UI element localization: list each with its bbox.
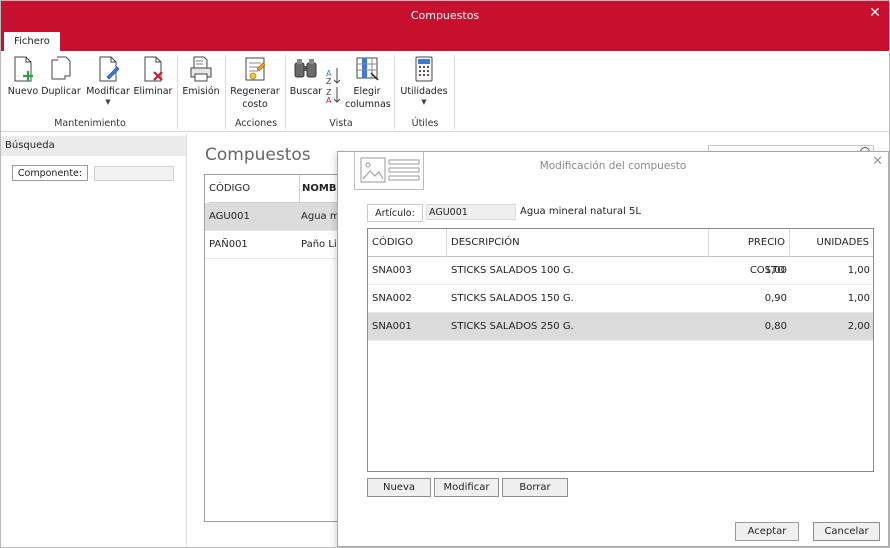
column-header-precio-costo[interactable]: PRECIO COSTO (709, 229, 790, 276)
compuestos-table: CÓDIGO NOMBRE AGU001 Agua m PAÑ001 Paño … (204, 174, 354, 522)
buscar-button[interactable]: Buscar (289, 55, 323, 98)
columns-icon (356, 57, 379, 81)
emision-button[interactable]: Emisión (181, 55, 221, 98)
borrar-button[interactable]: Borrar (502, 478, 568, 497)
close-icon[interactable]: ✕ (867, 5, 883, 21)
search-panel: Búsqueda (1, 134, 187, 547)
cell-precio: 1,00 (764, 265, 787, 276)
group-label-utiles: Útiles (411, 118, 439, 129)
group-separator (454, 55, 455, 129)
componente-button[interactable]: Componente: (12, 165, 88, 181)
cell-descripcion: STICKS SALADOS 100 G. (451, 265, 574, 276)
regenerar-costo-button[interactable]: Regenerar costo (229, 55, 281, 111)
group-separator (394, 55, 395, 129)
nueva-button[interactable]: Nueva (367, 478, 431, 497)
regenerar-label-2: costo (242, 99, 268, 110)
duplicar-button[interactable]: Duplicar (41, 55, 81, 98)
column-header-codigo[interactable]: CÓDIGO (368, 229, 447, 257)
table-row[interactable]: PAÑ001 Paño Li (205, 231, 353, 259)
cell-nombre: Agua m (301, 211, 340, 222)
cell-unidades: 2,00 (847, 321, 870, 332)
group-label-acciones: Acciones (234, 118, 278, 129)
svg-text:Z: Z (326, 77, 332, 86)
eliminar-button[interactable]: Eliminar (133, 55, 173, 98)
utilidades-label: Utilidades (400, 86, 448, 97)
articulo-button[interactable]: Artículo: (367, 204, 423, 222)
modificacion-dialog: Modificación del compuesto ✕ Artículo: A… (337, 151, 889, 547)
chevron-down-icon: ▼ (421, 98, 427, 106)
group-separator (177, 55, 178, 129)
elegir-label-1: Elegir (353, 86, 381, 97)
cell-unidades: 1,00 (847, 293, 870, 304)
aceptar-button[interactable]: Aceptar (735, 522, 799, 541)
grid-row[interactable]: SNA001 STICKS SALADOS 250 G. 0,80 2,00 (368, 313, 873, 341)
delete-document-icon (144, 56, 163, 82)
nuevo-button[interactable]: Nuevo (7, 55, 39, 98)
components-grid: CÓDIGO DESCRIPCIÓN PRECIO COSTO UNIDADES… (367, 228, 874, 472)
articulo-code-field[interactable]: AGU001 (426, 204, 516, 220)
elegir-columnas-button[interactable]: Elegir columnas (345, 55, 391, 111)
articulo-description: Agua mineral natural 5L (520, 206, 641, 217)
grid-row[interactable]: SNA002 STICKS SALADOS 150 G. 0,90 1,00 (368, 285, 873, 313)
cell-unidades: 1,00 (847, 265, 870, 276)
column-header-unidades[interactable]: UNIDADES (790, 229, 873, 257)
eliminar-label: Eliminar (133, 86, 173, 97)
duplicate-icon (51, 56, 71, 80)
regenerar-label-1: Regenerar (230, 86, 280, 97)
close-icon[interactable]: ✕ (872, 155, 883, 169)
cell-nombre: Paño Li (301, 239, 337, 250)
cell-codigo: SNA002 (372, 293, 412, 304)
group-label-mantenimiento: Mantenimiento (54, 118, 126, 129)
cell-codigo: SNA001 (372, 321, 412, 332)
group-label-vista: Vista (329, 118, 353, 129)
title-bar: Compuestos ✕ (1, 1, 889, 30)
edit-document-icon (99, 56, 120, 82)
cell-codigo: SNA003 (372, 265, 412, 276)
cancelar-button[interactable]: Cancelar (813, 522, 880, 541)
ribbon-tabstrip: Fichero (1, 30, 889, 51)
componente-input[interactable] (94, 166, 174, 181)
utilidades-button[interactable]: Utilidades ▼ (399, 55, 449, 106)
cell-descripcion: STICKS SALADOS 250 G. (451, 321, 574, 332)
new-document-icon (14, 56, 33, 82)
svg-text:A: A (326, 96, 332, 105)
duplicar-label: Duplicar (41, 86, 81, 97)
binoculars-icon (294, 59, 317, 78)
calculator-icon (415, 56, 433, 82)
search-panel-header: Búsqueda (1, 136, 186, 156)
cell-codigo: PAÑ001 (209, 239, 248, 250)
buscar-label: Buscar (289, 86, 323, 97)
cell-precio: 0,80 (764, 321, 787, 332)
dialog-title: Modificación del compuesto (539, 160, 687, 172)
chevron-down-icon: ▼ (105, 98, 111, 106)
elegir-label-2: columnas (345, 99, 391, 110)
regenerate-cost-icon (245, 57, 266, 81)
page-title: Compuestos (205, 145, 311, 165)
cell-precio: 0,90 (764, 293, 787, 304)
grid-row[interactable]: SNA003 STICKS SALADOS 100 G. 1,00 1,00 (368, 257, 873, 285)
group-separator (285, 55, 286, 129)
cell-descripcion: STICKS SALADOS 150 G. (451, 293, 574, 304)
table-row[interactable]: AGU001 Agua m (205, 203, 353, 231)
modificar-label: Modificar (86, 86, 130, 97)
print-icon (190, 56, 212, 82)
nuevo-label: Nuevo (7, 86, 39, 97)
sort-buttons: A Z Z A (325, 65, 341, 105)
ribbon: Nuevo Duplicar Modificar ▼ Eliminar Mant… (1, 51, 889, 132)
modificar-linea-button[interactable]: Modificar (434, 478, 499, 497)
app-window: Compuestos ✕ Fichero Nuevo Duplicar Modi… (0, 0, 890, 548)
emision-label: Emisión (182, 86, 220, 97)
cell-codigo: AGU001 (209, 211, 250, 222)
column-header-descripcion[interactable]: DESCRIPCIÓN (447, 229, 709, 257)
group-separator (225, 55, 226, 129)
modificar-button[interactable]: Modificar ▼ (85, 55, 131, 106)
column-header-codigo[interactable]: CÓDIGO (209, 175, 299, 203)
tab-fichero[interactable]: Fichero (4, 32, 60, 51)
sort-icon[interactable]: A Z Z A (325, 65, 341, 105)
window-title: Compuestos (410, 9, 480, 22)
